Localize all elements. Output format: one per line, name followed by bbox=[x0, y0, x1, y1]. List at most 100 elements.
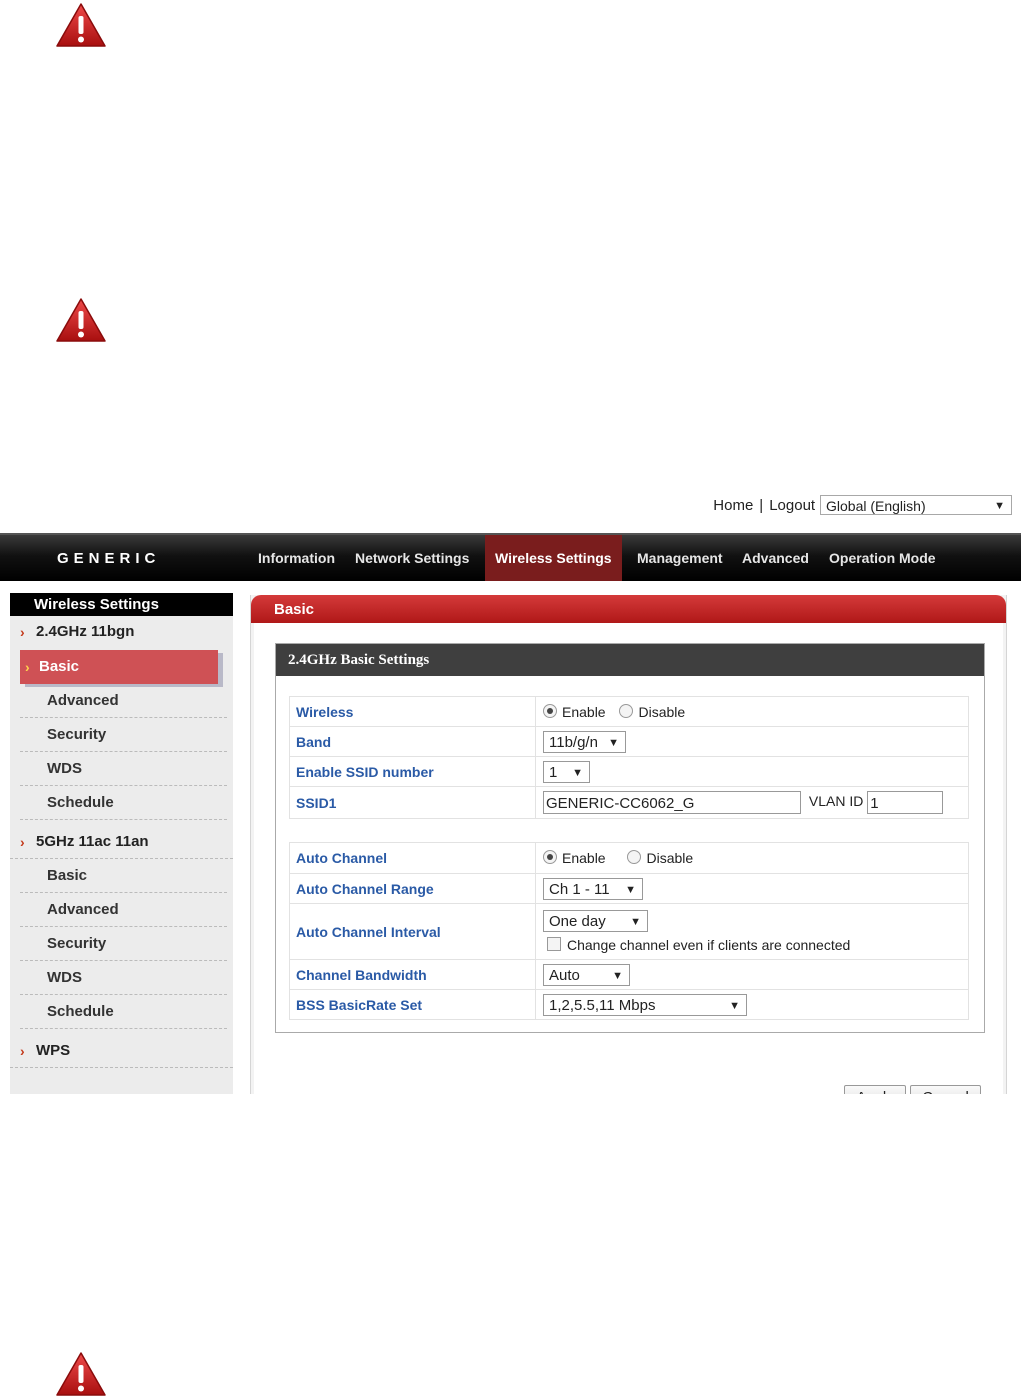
sidebar-item-5g-wds[interactable]: WDS bbox=[20, 961, 227, 995]
sidebar-item-schedule[interactable]: Schedule bbox=[20, 786, 227, 820]
wireless-value: Enable Disable bbox=[535, 696, 969, 727]
auto-channel-range-value: Ch 1 - 11 ▼ bbox=[535, 873, 969, 904]
vlan-id-input[interactable]: 1 bbox=[867, 791, 944, 814]
settings-table-2: Auto Channel Enable Disable Auto Channel… bbox=[289, 842, 969, 1020]
language-select[interactable]: Global (English) ▼ bbox=[820, 495, 1012, 515]
auto-channel-value: Enable Disable bbox=[535, 842, 969, 874]
select-value: 1 bbox=[549, 763, 558, 781]
select-value: 1,2,5.5,11 Mbps bbox=[549, 996, 656, 1014]
sidebar-group-label: 2.4GHz 11bgn bbox=[36, 623, 135, 640]
wireless-disable-radio[interactable] bbox=[619, 703, 634, 718]
chevron-right-icon: › bbox=[25, 659, 30, 675]
radio-label: Disable bbox=[638, 703, 686, 720]
section-title: 2.4GHz Basic Settings bbox=[276, 644, 984, 676]
sidebar-group-5ghz[interactable]: › 5GHz 11ac 11an bbox=[10, 826, 233, 859]
dropdown-arrow-icon: ▼ bbox=[572, 766, 583, 779]
panel-body: 2.4GHz Basic Settings Wireless Enable Di… bbox=[254, 623, 1003, 1094]
band-select[interactable]: 11b/g/n ▼ bbox=[543, 730, 626, 753]
ssid1-label: SSID1 bbox=[289, 786, 536, 819]
link-separator: | bbox=[759, 497, 764, 514]
nav-information[interactable]: Information bbox=[258, 535, 335, 581]
sidebar-title: Wireless Settings bbox=[10, 593, 233, 616]
sidebar-group-wps[interactable]: › WPS bbox=[10, 1035, 233, 1068]
sidebar-item-advanced[interactable]: Advanced bbox=[20, 684, 227, 718]
radio-label: Enable bbox=[562, 703, 606, 720]
select-value: One day bbox=[549, 913, 606, 930]
row-wireless: Wireless Enable Disable bbox=[289, 696, 969, 727]
sidebar-item-basic[interactable]: › Basic bbox=[20, 650, 218, 684]
row-auto-channel: Auto Channel Enable Disable bbox=[289, 842, 969, 874]
sidebar-item-5g-security[interactable]: Security bbox=[20, 927, 227, 961]
radio-label: Disable bbox=[646, 850, 694, 866]
bss-basic-rate-select[interactable]: 1,2,5.5,11 Mbps ▼ bbox=[543, 993, 747, 1016]
select-value: Ch 1 - 11 bbox=[549, 880, 610, 898]
apply-button[interactable]: Apply bbox=[844, 1085, 906, 1094]
sidebar-group-24ghz[interactable]: › 2.4GHz 11bgn bbox=[10, 616, 233, 648]
dropdown-arrow-icon: ▼ bbox=[612, 969, 623, 982]
ssid1-value: GENERIC-CC6062_G VLAN ID 1 bbox=[535, 786, 969, 819]
dropdown-arrow-icon: ▼ bbox=[630, 916, 641, 928]
row-bss-basic-rate: BSS BasicRate Set 1,2,5.5,11 Mbps ▼ bbox=[289, 989, 969, 1020]
sidebar-group-label: WPS bbox=[36, 1042, 71, 1059]
dropdown-arrow-icon: ▼ bbox=[608, 736, 619, 749]
checkbox-label: Change channel even if clients are conne… bbox=[567, 937, 851, 953]
auto-channel-label: Auto Channel bbox=[289, 842, 536, 874]
ssid-number-value: 1 ▼ bbox=[535, 756, 969, 787]
sidebar-item-5g-advanced[interactable]: Advanced bbox=[20, 893, 227, 927]
radio-label: Enable bbox=[562, 850, 606, 866]
wireless-label: Wireless bbox=[289, 696, 536, 727]
warning-icon bbox=[55, 2, 107, 50]
auto-channel-interval-label: Auto Channel Interval bbox=[289, 903, 536, 960]
top-links: Home|Logout| bbox=[713, 497, 831, 514]
warning-icon bbox=[55, 297, 107, 345]
nav-network-settings[interactable]: Network Settings bbox=[355, 535, 469, 581]
nav-operation-mode[interactable]: Operation Mode bbox=[829, 535, 936, 581]
auto-channel-enable-radio[interactable] bbox=[543, 850, 557, 864]
cancel-button[interactable]: Cancel bbox=[910, 1085, 981, 1094]
sidebar-item-label: Basic bbox=[39, 658, 80, 675]
channel-bandwidth-label: Channel Bandwidth bbox=[289, 959, 536, 990]
chevron-right-icon: › bbox=[20, 834, 25, 850]
home-link[interactable]: Home bbox=[713, 497, 753, 514]
change-channel-checkbox[interactable] bbox=[547, 937, 561, 951]
router-admin-screenshot: Home|Logout| Global (English) ▼ GENERIC … bbox=[0, 478, 1021, 1094]
sidebar-item-5g-basic[interactable]: Basic bbox=[20, 859, 227, 893]
chevron-right-icon: › bbox=[20, 1043, 25, 1059]
band-value: 11b/g/n ▼ bbox=[535, 726, 969, 757]
band-label: Band bbox=[289, 726, 536, 757]
channel-bandwidth-select[interactable]: Auto ▼ bbox=[543, 963, 630, 986]
settings-box: 2.4GHz Basic Settings Wireless Enable Di… bbox=[275, 643, 985, 1033]
dropdown-arrow-icon: ▼ bbox=[994, 500, 1005, 512]
brand-logo: GENERIC bbox=[57, 550, 161, 567]
bss-basic-rate-label: BSS BasicRate Set bbox=[289, 989, 536, 1020]
row-ssid-number: Enable SSID number 1 ▼ bbox=[289, 756, 969, 787]
auto-channel-interval-select[interactable]: One day ▼ bbox=[543, 910, 648, 932]
sidebar-item-wds[interactable]: WDS bbox=[20, 752, 227, 786]
logout-link[interactable]: Logout bbox=[769, 497, 815, 514]
select-value: 11b/g/n bbox=[549, 733, 598, 751]
nav-advanced[interactable]: Advanced bbox=[742, 535, 809, 581]
chevron-right-icon: › bbox=[20, 624, 25, 640]
ssid1-input[interactable]: GENERIC-CC6062_G bbox=[543, 791, 801, 814]
sidebar-group-label: 5GHz 11ac 11an bbox=[36, 833, 149, 850]
sidebar-item-security[interactable]: Security bbox=[20, 718, 227, 752]
auto-channel-disable-radio[interactable] bbox=[627, 850, 642, 864]
change-channel-option: Change channel even if clients are conne… bbox=[547, 937, 967, 953]
language-value: Global (English) bbox=[826, 498, 926, 514]
row-band: Band 11b/g/n ▼ bbox=[289, 726, 969, 757]
row-auto-channel-range: Auto Channel Range Ch 1 - 11 ▼ bbox=[289, 873, 969, 904]
row-auto-channel-interval: Auto Channel Interval One day ▼ Change ch… bbox=[289, 903, 969, 960]
wireless-enable-radio[interactable] bbox=[543, 703, 557, 718]
top-bar: Home|Logout| Global (English) ▼ bbox=[0, 478, 1021, 533]
sidebar-item-5g-schedule[interactable]: Schedule bbox=[20, 995, 227, 1029]
select-value: Auto bbox=[549, 966, 580, 984]
settings-table-1: Wireless Enable Disable Band 11b/g/n ▼ E… bbox=[289, 696, 969, 819]
ssid-number-select[interactable]: 1 ▼ bbox=[543, 760, 590, 783]
vlan-id-label: VLAN ID bbox=[808, 793, 864, 810]
ssid-number-label: Enable SSID number bbox=[289, 756, 536, 787]
nav-management[interactable]: Management bbox=[637, 535, 723, 581]
sidebar: Wireless Settings › 2.4GHz 11bgn › Basic… bbox=[10, 593, 233, 1094]
nav-wireless-settings[interactable]: Wireless Settings bbox=[485, 535, 622, 581]
auto-channel-range-select[interactable]: Ch 1 - 11 ▼ bbox=[543, 877, 643, 900]
warning-icon bbox=[55, 1351, 107, 1399]
